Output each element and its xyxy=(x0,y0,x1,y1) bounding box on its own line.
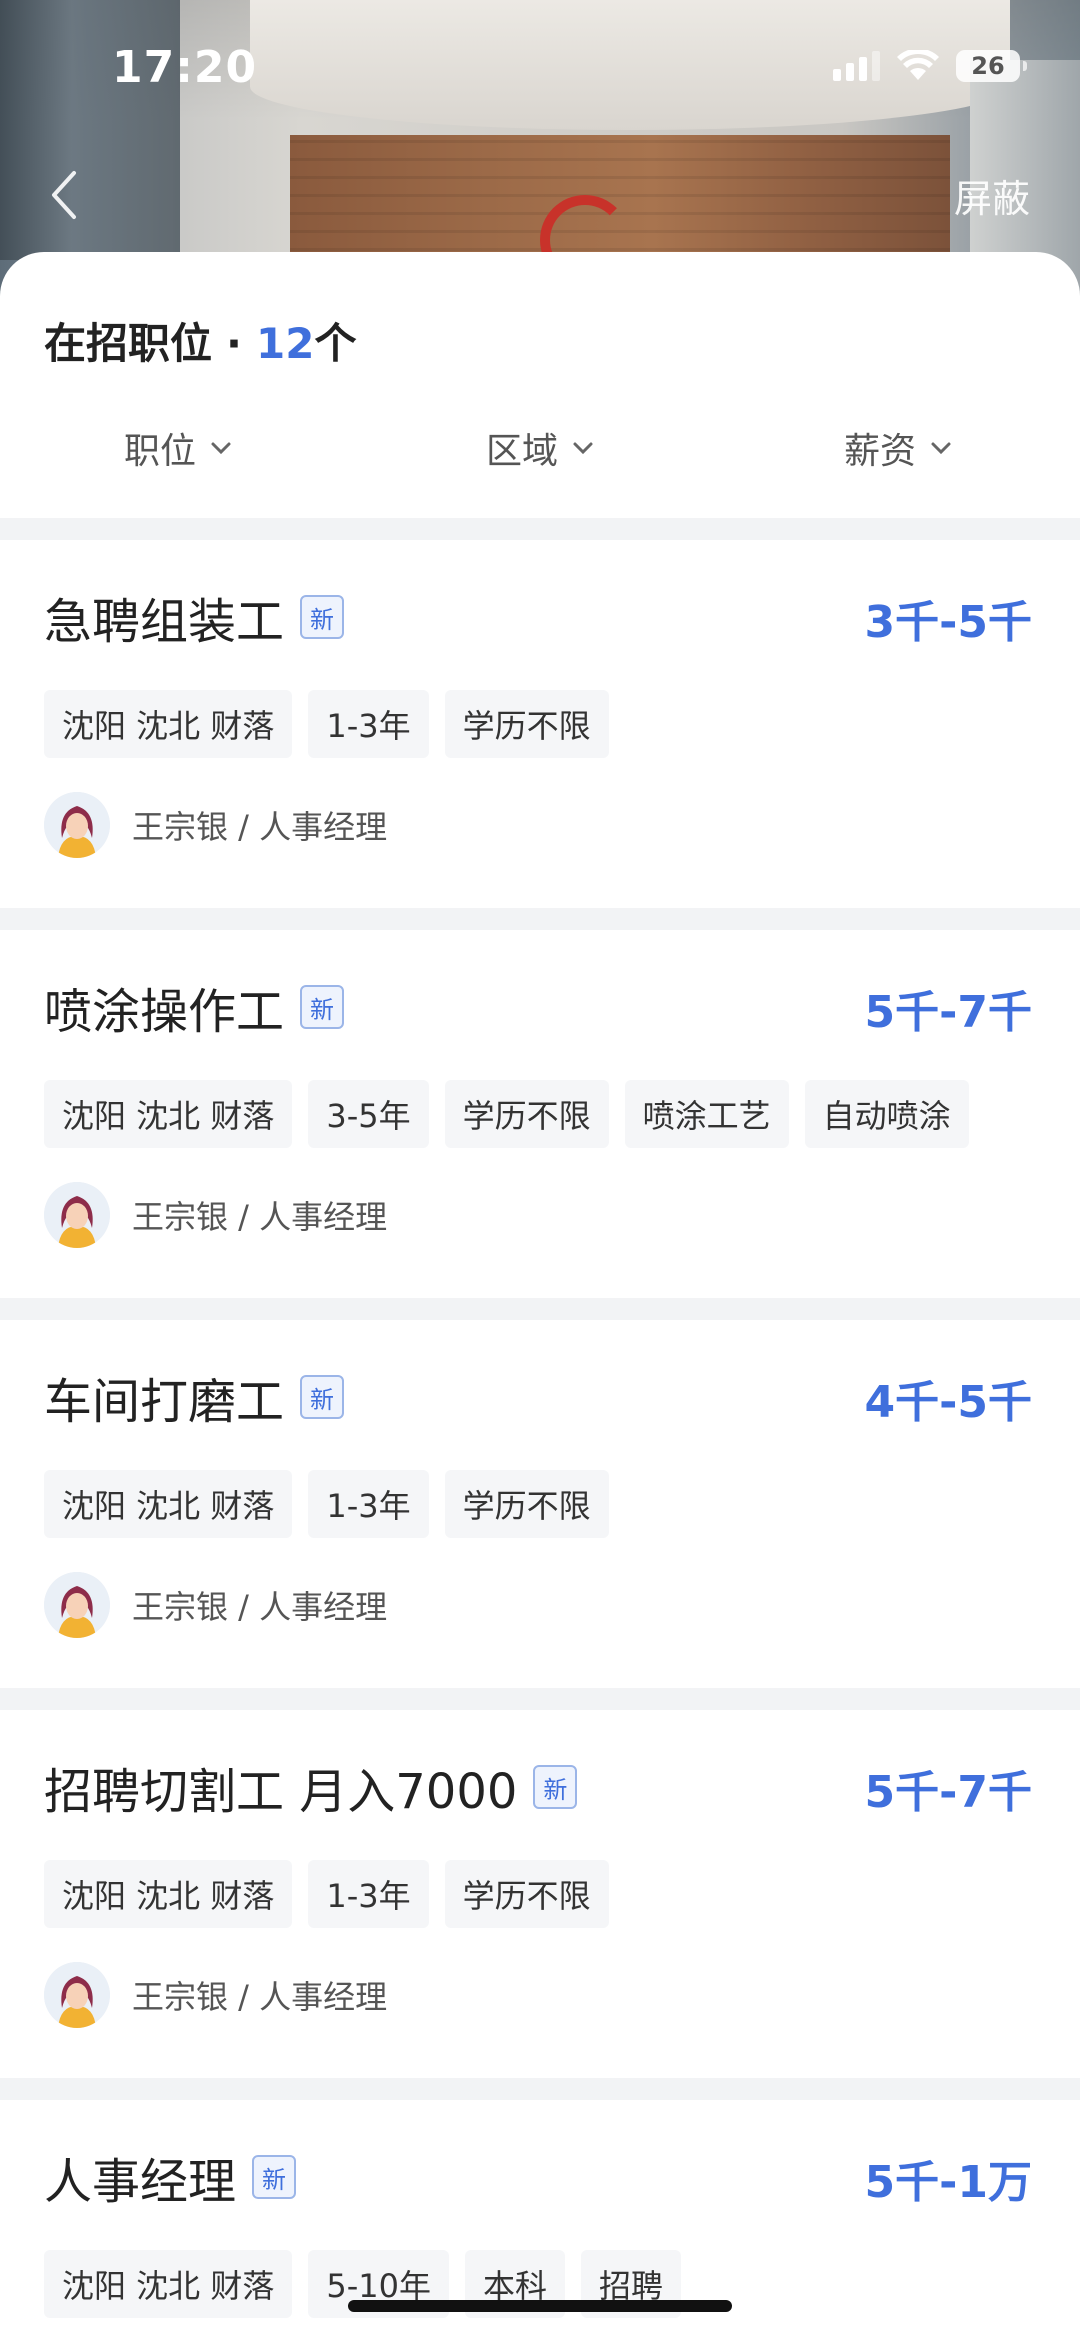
battery-icon: 26 xyxy=(956,50,1027,82)
job-head: 急聘组装工 新 xyxy=(44,582,345,652)
tag-experience: 1-3年 xyxy=(308,690,429,758)
section-divider xyxy=(0,908,1080,930)
job-tags: 沈阳 沈北 财落 1-3年 学历不限 xyxy=(44,1470,609,1538)
recruiter-name: 王宗银 / 人事经理 xyxy=(132,1978,388,2016)
section-divider xyxy=(0,1688,1080,1710)
section-divider xyxy=(0,2078,1080,2100)
chevron-down-icon xyxy=(573,442,593,455)
job-salary: 3千-5千 xyxy=(864,597,1033,648)
avatar-icon xyxy=(44,1182,110,1248)
job-card[interactable]: 急聘组装工 新 3千-5千 沈阳 沈北 财落 1-3年 学历不限 王宗银 / 人… xyxy=(0,540,1080,908)
job-salary: 5千-7千 xyxy=(864,987,1033,1038)
job-salary: 5千-7千 xyxy=(864,1767,1033,1818)
tag-education: 学历不限 xyxy=(444,1470,609,1538)
job-title: 招聘切割工 月入7000 xyxy=(44,1764,518,1820)
job-head: 车间打磨工 新 xyxy=(44,1362,345,1432)
job-title: 喷涂操作工 xyxy=(44,984,285,1040)
recruiter: 王宗银 / 人事经理 xyxy=(44,1182,387,1248)
chevron-down-icon xyxy=(211,442,231,455)
block-button[interactable]: 屏蔽 xyxy=(954,168,1030,223)
section-divider xyxy=(0,518,1080,540)
new-badge: 新 xyxy=(300,595,345,639)
filter-bar: 职位 区域 薪资 xyxy=(0,422,1080,522)
recruiter: 王宗银 / 人事经理 xyxy=(44,1962,387,2028)
new-badge: 新 xyxy=(533,1765,578,1809)
job-card[interactable]: 招聘切割工 月入7000 新 5千-7千 沈阳 沈北 财落 1-3年 学历不限 … xyxy=(0,1710,1080,2078)
title-separator: · xyxy=(226,319,242,368)
filter-label: 职位 xyxy=(124,431,197,472)
tag-location: 沈阳 沈北 财落 xyxy=(44,690,293,758)
tag-location: 沈阳 沈北 财落 xyxy=(44,1470,293,1538)
avatar-icon xyxy=(44,1962,110,2028)
recruiter-name: 王宗银 / 人事经理 xyxy=(132,808,388,846)
job-tags: 沈阳 沈北 财落 1-3年 学历不限 xyxy=(44,690,609,758)
tag-skill: 喷涂工艺 xyxy=(624,1080,789,1148)
job-title: 急聘组装工 xyxy=(44,594,285,650)
tag-location: 沈阳 沈北 财落 xyxy=(44,1080,293,1148)
tag-skill: 自动喷涂 xyxy=(804,1080,969,1148)
position-count: 12 xyxy=(255,319,315,368)
filter-salary[interactable]: 薪资 xyxy=(844,422,952,474)
job-tags: 沈阳 沈北 财落 3-5年 学历不限 喷涂工艺 自动喷涂 xyxy=(44,1080,969,1148)
filter-label: 区域 xyxy=(486,431,559,472)
signal-icon xyxy=(833,51,880,81)
section-divider xyxy=(0,1298,1080,1320)
job-title: 人事经理 xyxy=(44,2154,237,2210)
battery-level: 26 xyxy=(971,52,1005,80)
page-title: 在招职位 · 12 个 xyxy=(44,310,356,371)
filter-label: 薪资 xyxy=(844,431,917,472)
wifi-icon xyxy=(897,50,939,80)
tag-education: 学历不限 xyxy=(444,1080,609,1148)
job-head: 招聘切割工 月入7000 新 xyxy=(44,1752,578,1822)
recruiter: 王宗银 / 人事经理 xyxy=(44,792,387,858)
tag-experience: 3-5年 xyxy=(308,1080,429,1148)
status-time: 17:20 xyxy=(112,42,258,93)
new-badge: 新 xyxy=(300,985,345,1029)
job-head: 喷涂操作工 新 xyxy=(44,972,345,1042)
filter-position[interactable]: 职位 xyxy=(124,422,232,474)
job-card[interactable]: 喷涂操作工 新 5千-7千 沈阳 沈北 财落 3-5年 学历不限 喷涂工艺 自动… xyxy=(0,930,1080,1298)
chevron-down-icon xyxy=(931,442,951,455)
job-card[interactable]: 车间打磨工 新 4千-5千 沈阳 沈北 财落 1-3年 学历不限 王宗银 / 人… xyxy=(0,1320,1080,1688)
home-indicator[interactable] xyxy=(348,2300,732,2312)
tag-education: 学历不限 xyxy=(444,690,609,758)
tag-experience: 1-3年 xyxy=(308,1470,429,1538)
tag-location: 沈阳 沈北 财落 xyxy=(44,2250,293,2318)
avatar-icon xyxy=(44,792,110,858)
new-badge: 新 xyxy=(300,1375,345,1419)
status-icons: 26 xyxy=(833,50,1027,82)
back-chevron-icon[interactable] xyxy=(40,165,90,225)
new-badge: 新 xyxy=(252,2155,297,2199)
tag-experience: 1-3年 xyxy=(308,1860,429,1928)
job-salary: 5千-1万 xyxy=(864,2157,1033,2208)
title-label: 在招职位 xyxy=(44,319,213,368)
recruiter: 王宗银 / 人事经理 xyxy=(44,1572,387,1638)
job-title: 车间打磨工 xyxy=(44,1374,285,1430)
photo-pole xyxy=(0,0,180,260)
count-unit: 个 xyxy=(314,319,357,368)
recruiter-name: 王宗银 / 人事经理 xyxy=(132,1588,388,1626)
avatar-icon xyxy=(44,1572,110,1638)
tag-education: 学历不限 xyxy=(444,1860,609,1928)
recruiter-name: 王宗银 / 人事经理 xyxy=(132,1198,388,1236)
job-tags: 沈阳 沈北 财落 1-3年 学历不限 xyxy=(44,1860,609,1928)
job-head: 人事经理 新 xyxy=(44,2142,297,2212)
job-salary: 4千-5千 xyxy=(864,1377,1033,1428)
filter-area[interactable]: 区域 xyxy=(486,422,594,474)
tag-location: 沈阳 沈北 财落 xyxy=(44,1860,293,1928)
